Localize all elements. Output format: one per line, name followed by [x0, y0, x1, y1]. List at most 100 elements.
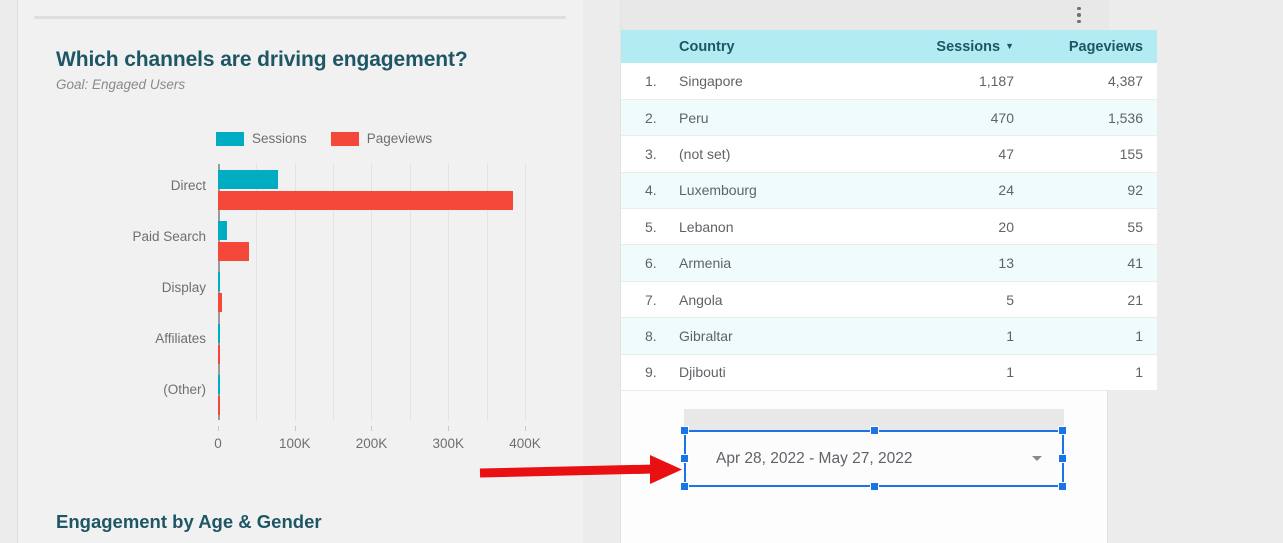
chart-category-label: Affiliates — [155, 331, 206, 347]
row-pageviews: 4,387 — [1024, 63, 1157, 100]
chart-xtick-label: 400K — [509, 436, 541, 451]
chart-plot-area — [218, 164, 548, 420]
chart-xtick-mark — [448, 426, 450, 431]
country-data-table: Country Sessions ▼ Pageviews 1. Singapore 1… — [621, 30, 1157, 392]
chart-bar-pageviews[interactable] — [218, 242, 249, 262]
row-sessions: 5 — [884, 281, 1024, 319]
resize-handle-bottom-right[interactable] — [1058, 482, 1067, 491]
row-index: 3. — [621, 135, 669, 173]
column-header-sessions[interactable]: Sessions ▼ — [884, 30, 1024, 63]
table-row[interactable]: 7. Angola 5 21 — [621, 281, 1157, 319]
chart-bar-sessions[interactable] — [218, 374, 220, 394]
row-pageviews: 155 — [1024, 135, 1157, 173]
screen-root: Which channels are driving engagement? G… — [0, 0, 1283, 543]
panel-toolbar — [621, 0, 1109, 30]
row-index: 7. — [621, 281, 669, 319]
row-country: Singapore — [669, 63, 884, 100]
chart-bar-pageviews[interactable] — [218, 395, 220, 415]
channels-bar-chart[interactable]: Direct Paid Search Display Affiliates (Other… — [56, 160, 556, 460]
row-sessions: 470 — [884, 99, 1024, 137]
table-row[interactable]: 9. Djibouti 1 1 — [621, 354, 1157, 392]
chart-bar-pageviews[interactable] — [218, 293, 222, 313]
row-index: 9. — [621, 354, 669, 392]
legend-label-sessions: Sessions — [252, 131, 307, 146]
table-header: Country Sessions ▼ Pageviews — [621, 30, 1157, 63]
row-sessions: 1,187 — [884, 63, 1024, 100]
row-pageviews: 21 — [1024, 281, 1157, 319]
sort-descending-icon: ▼ — [1005, 40, 1014, 51]
row-country: Peru — [669, 99, 884, 137]
legend-item-sessions[interactable]: Sessions — [216, 131, 307, 146]
th-index — [621, 30, 669, 63]
table-row[interactable]: 4. Luxembourg 24 92 — [621, 172, 1157, 210]
chart-bar-sessions[interactable] — [218, 323, 220, 343]
legend-swatch-pageviews — [330, 131, 359, 146]
resize-handle-top-right[interactable] — [1058, 426, 1067, 435]
chart-category-labels: Direct Paid Search Display Affiliates (Other… — [56, 160, 216, 420]
date-range-selector[interactable]: Apr 28, 2022 - May 27, 2022 — [685, 431, 1063, 486]
row-sessions: 1 — [884, 317, 1024, 355]
row-index: 5. — [621, 208, 669, 246]
row-pageviews: 55 — [1024, 208, 1157, 246]
kebab-menu-icon[interactable] — [1071, 2, 1087, 28]
resize-handle-top-center[interactable] — [870, 426, 879, 435]
chevron-down-icon[interactable] — [1032, 456, 1042, 461]
chart-bar-pageviews[interactable] — [218, 344, 220, 364]
chart-bar-sessions[interactable] — [218, 170, 278, 189]
row-sessions: 47 — [884, 135, 1024, 173]
chart-bar-sessions[interactable] — [218, 272, 221, 292]
chart-category-label: Display — [161, 280, 206, 295]
row-pageviews: 41 — [1024, 244, 1157, 282]
row-sessions: 13 — [884, 244, 1024, 282]
chart-xtick-mark — [524, 426, 526, 431]
chart-xtick-label: 0 — [214, 436, 222, 451]
table-row[interactable]: 2. Peru 470 1,536 — [621, 99, 1157, 137]
row-country: Luxembourg — [669, 172, 884, 210]
row-pageviews: 1,536 — [1024, 99, 1157, 137]
table-row[interactable]: 5. Lebanon 20 55 — [621, 208, 1157, 246]
date-range-value: Apr 28, 2022 - May 27, 2022 — [716, 449, 913, 467]
date-range-widget[interactable]: Apr 28, 2022 - May 27, 2022 — [680, 409, 1067, 502]
resize-handle-middle-right[interactable] — [1058, 454, 1067, 463]
row-index: 8. — [621, 317, 669, 355]
row-country: (not set) — [669, 135, 884, 173]
row-country: Lebanon — [669, 208, 884, 246]
legend-label-pageviews: Pageviews — [366, 131, 433, 146]
chart-category-label: Paid Search — [132, 228, 206, 244]
chart-legend: Sessions Pageviews — [216, 131, 432, 146]
table-row[interactable]: 3. (not set) 47 155 — [621, 135, 1157, 173]
row-index: 1. — [621, 63, 669, 100]
annotation-arrow — [479, 455, 682, 484]
resize-handle-top-left[interactable] — [680, 426, 689, 435]
row-country: Armenia — [669, 244, 884, 282]
row-country: Gibraltar — [669, 317, 884, 355]
chart-xtick-mark — [294, 426, 296, 431]
row-index: 2. — [621, 99, 669, 137]
table-row[interactable]: 6. Armenia 13 41 — [621, 244, 1157, 282]
column-header-country[interactable]: Country — [669, 30, 884, 63]
row-sessions: 20 — [884, 208, 1024, 246]
row-index: 4. — [621, 172, 669, 210]
legend-item-pageviews[interactable]: Pageviews — [330, 131, 433, 146]
chart-xtick-mark — [218, 426, 219, 431]
table-row[interactable]: 8. Gibraltar 1 1 — [621, 317, 1157, 355]
chart-gridline-minor — [524, 164, 526, 420]
table-header-row: Country Sessions ▼ Pageviews — [621, 30, 1157, 63]
column-header-pageviews[interactable]: Pageviews — [1024, 30, 1157, 63]
panel-divider — [34, 16, 566, 19]
row-sessions: 24 — [884, 172, 1024, 210]
legend-swatch-sessions — [216, 131, 244, 146]
page-title: Which channels are driving engagement? — [56, 48, 468, 71]
resize-handle-bottom-center[interactable] — [870, 482, 879, 491]
table-row[interactable]: 1. Singapore 1,187 4,387 — [621, 63, 1157, 100]
chart-category-label: (Other) — [163, 382, 206, 398]
table-body: 1. Singapore 1,187 4,387 2. Peru 470 1,536 3. (no… — [621, 63, 1157, 392]
row-pageviews: 1 — [1024, 354, 1157, 392]
row-pageviews: 1 — [1024, 317, 1157, 355]
chart-bar-pageviews[interactable] — [218, 191, 514, 210]
row-index: 6. — [621, 244, 669, 282]
chart-bar-sessions[interactable] — [218, 221, 228, 241]
chart-xtick-label: 200K — [355, 436, 388, 451]
chart-xtick-label: 100K — [278, 436, 311, 451]
row-pageviews: 92 — [1024, 172, 1157, 210]
